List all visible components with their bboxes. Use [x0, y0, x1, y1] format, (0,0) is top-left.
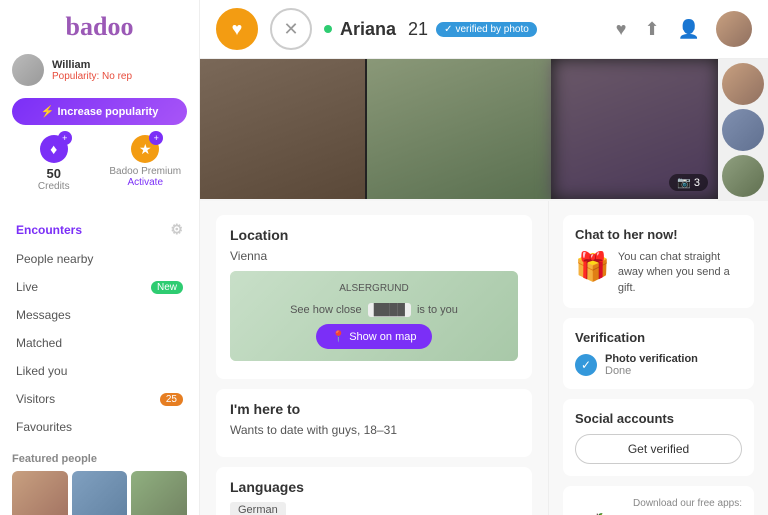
show-map-button[interactable]: 📍 Show on map: [316, 324, 433, 349]
like-button[interactable]: ♥: [216, 8, 258, 50]
here-to-value: Wants to date with guys, 18–31: [230, 423, 518, 437]
nav-encounters[interactable]: Encounters ⚙: [0, 214, 199, 245]
nav-favourites[interactable]: Favourites: [0, 413, 199, 441]
premium-icon: ★ +: [131, 135, 159, 163]
menu-button[interactable]: 👤: [674, 15, 704, 44]
premium-box: ★ + Badoo Premium Activate: [104, 135, 188, 192]
nav-live[interactable]: Live New: [0, 273, 199, 301]
boost-button[interactable]: ⚡ Increase popularity: [12, 98, 187, 125]
gift-icon: 🎁: [575, 250, 610, 283]
photo-area: 📷 3: [200, 59, 768, 201]
nav-messages[interactable]: Messages: [0, 301, 199, 329]
credits-icon: ♦ +: [40, 135, 68, 163]
live-new-badge: New: [151, 281, 183, 294]
nav-matched[interactable]: Matched: [0, 329, 199, 357]
here-to-section: I'm here to Wants to date with guys, 18–…: [216, 389, 532, 457]
strip-avatar-1[interactable]: [722, 63, 764, 105]
user-status: Popularity: No rep: [52, 71, 132, 82]
photo-strip: 📷 3: [200, 59, 718, 199]
featured-section: Featured people: [0, 445, 199, 515]
verification-title: Verification: [575, 330, 742, 345]
map-preview: ALSERGRUND See how close ████ is to you …: [230, 271, 518, 361]
online-indicator: [324, 25, 332, 33]
strip-avatar-3[interactable]: [722, 155, 764, 197]
verification-done: Done: [605, 365, 698, 377]
featured-thumb-2[interactable]: [72, 471, 128, 515]
chat-promo-section: Chat to her now! 🎁 You can chat straight…: [563, 215, 754, 308]
social-accounts-title: Social accounts: [575, 411, 742, 426]
visitors-badge: 25: [160, 393, 183, 406]
favorite-header-btn[interactable]: ♥: [612, 15, 631, 44]
user-name: William: [52, 59, 132, 71]
photo-1[interactable]: [200, 59, 365, 199]
my-avatar[interactable]: [716, 11, 752, 47]
main-area: ♥ ✕ Ariana 21 ✓ verified by photo ♥ ⬆ 👤 …: [200, 0, 768, 515]
map-district-label: ALSERGRUND: [339, 283, 408, 294]
languages-section: Languages German: [216, 467, 532, 515]
credits-label: Credits: [12, 181, 96, 192]
photo-2[interactable]: [367, 59, 551, 199]
map-proximity-text: See how close ████ is to you: [290, 304, 458, 316]
check-icon: ✓: [444, 24, 452, 35]
right-sidebar: Chat to her now! 🎁 You can chat straight…: [548, 201, 768, 515]
sidebar: badoo William Popularity: No rep ⚡ Incre…: [0, 0, 200, 515]
premium-label: Badoo Premium: [104, 166, 188, 177]
strip-avatar-2[interactable]: [722, 109, 764, 151]
verify-check-icon: ✓: [575, 354, 597, 376]
social-accounts-section: Social accounts Get verified: [563, 399, 754, 476]
share-button[interactable]: ⬆: [640, 15, 663, 44]
credits-value: 50: [12, 166, 96, 181]
nav-liked-you[interactable]: Liked you: [0, 357, 199, 385]
here-to-title: I'm here to: [230, 401, 518, 417]
sidebar-user: William Popularity: No rep: [0, 50, 199, 94]
user-avatar: [12, 54, 44, 86]
main-content: Location Vienna ALSERGRUND See how close…: [200, 201, 548, 515]
credits-box: ♦ + 50 Credits: [12, 135, 96, 192]
profile-name: Ariana: [340, 19, 396, 40]
location-title: Location: [230, 227, 518, 243]
dislike-button[interactable]: ✕: [270, 8, 312, 50]
chat-title: Chat to her now!: [575, 227, 742, 242]
verified-badge: ✓ verified by photo: [436, 22, 537, 37]
location-section: Location Vienna ALSERGRUND See how close…: [216, 215, 532, 379]
encounters-settings-icon[interactable]: ⚙: [170, 221, 183, 238]
profile-header: ♥ ✕ Ariana 21 ✓ verified by photo ♥ ⬆ 👤: [200, 0, 768, 59]
languages-value: German: [230, 502, 286, 515]
profile-age: 21: [408, 19, 428, 40]
content-area: Location Vienna ALSERGRUND See how close…: [200, 201, 768, 515]
credits-area: ♦ + 50 Credits ★ + Badoo Premium Activat…: [0, 135, 199, 202]
verification-section: Verification ✓ Photo verification Done: [563, 318, 754, 389]
featured-title: Featured people: [12, 453, 187, 465]
avatar-strip: [718, 59, 768, 201]
premium-action[interactable]: Activate: [104, 177, 188, 188]
photo-verification-label: Photo verification: [605, 353, 698, 365]
download-section: Download our free apps: 🍎 App Store ▶ Go…: [563, 486, 754, 515]
get-verified-button[interactable]: Get verified: [575, 434, 742, 464]
location-city: Vienna: [230, 249, 518, 263]
logo: badoo: [0, 0, 199, 50]
camera-icon: 📷: [677, 176, 691, 189]
featured-thumb-1[interactable]: [12, 471, 68, 515]
pin-icon: 📍: [332, 330, 346, 343]
chat-description: You can chat straight away when you send…: [618, 250, 742, 296]
nav-menu: Encounters ⚙ People nearby Live New Mess…: [0, 210, 199, 445]
featured-grid: [12, 471, 187, 515]
photo-count: 📷 3: [669, 174, 708, 191]
nav-visitors[interactable]: Visitors 25: [0, 385, 199, 413]
nav-people-nearby[interactable]: People nearby: [0, 245, 199, 273]
languages-title: Languages: [230, 479, 518, 495]
featured-thumb-3[interactable]: [131, 471, 187, 515]
download-label: Download our free apps:: [575, 498, 742, 509]
